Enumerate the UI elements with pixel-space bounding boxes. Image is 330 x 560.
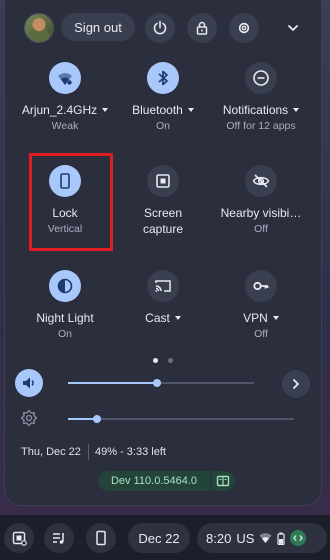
tile-wifi[interactable]: Arjun_2.4GHz Weak — [15, 62, 115, 132]
tile-night-light[interactable]: Night Light On — [15, 270, 115, 340]
tile-screen-capture-label-line2: capture — [142, 222, 184, 236]
user-avatar[interactable] — [24, 13, 54, 43]
tile-nearby-visibility-label: Nearby visibi… — [220, 206, 302, 220]
brightness-icon — [20, 409, 38, 427]
tile-wifi-label: Arjun_2.4GHz — [21, 103, 98, 117]
shelf-phone-hub-button[interactable] — [86, 523, 116, 553]
audio-settings-button[interactable] — [282, 370, 310, 398]
tile-bluetooth[interactable]: Bluetooth On — [113, 62, 213, 132]
lock-icon — [196, 21, 208, 35]
page-dot-1[interactable] — [153, 358, 158, 363]
battery-icon — [277, 532, 285, 545]
wifi-icon — [49, 62, 81, 94]
tile-notifications-status: Off for 12 apps — [226, 120, 296, 132]
media-queue-icon — [53, 533, 64, 544]
caret-down-icon — [272, 315, 279, 320]
caret-down-icon — [102, 107, 109, 112]
tile-night-light-status: On — [57, 328, 72, 340]
page-indicator — [5, 358, 321, 363]
tile-night-light-label: Night Light — [36, 311, 94, 325]
lock-screen-button[interactable] — [187, 13, 217, 43]
shelf-media-button[interactable] — [44, 523, 74, 553]
caret-down-icon — [293, 107, 300, 112]
volume-mute-button[interactable] — [15, 369, 43, 397]
wifi-icon — [259, 533, 272, 543]
brightness-button — [15, 404, 43, 432]
clipboard-history-icon — [12, 531, 27, 546]
battery-status[interactable]: 49% - 3:33 left — [95, 446, 166, 458]
power-icon — [153, 20, 167, 35]
collapse-button[interactable] — [278, 13, 308, 43]
feedback-icon — [216, 475, 230, 487]
cast-icon — [147, 270, 179, 302]
do-not-disturb-icon — [245, 62, 277, 94]
tile-vpn-status: Off — [254, 328, 268, 340]
tile-vpn-label: VPN — [243, 311, 268, 325]
bluetooth-icon — [147, 62, 179, 94]
tile-cast[interactable]: Cast — [113, 270, 213, 325]
shelf-status-area[interactable]: 8:20 US — [197, 523, 327, 553]
highlight-box — [29, 153, 113, 251]
version-badge[interactable]: Dev 110.0.5464.0 — [98, 471, 210, 491]
brightness-slider-knob[interactable] — [93, 415, 101, 423]
feedback-button[interactable] — [211, 471, 235, 491]
tile-notifications-label: Notifications — [222, 103, 289, 117]
tile-nearby-visibility-status: Off — [254, 223, 268, 235]
phone-icon — [96, 530, 106, 546]
nearby-share-off-icon — [245, 165, 277, 197]
sign-out-button[interactable]: Sign out — [61, 13, 135, 41]
volume-slider-fill — [68, 382, 157, 384]
page-dot-2[interactable] — [168, 358, 173, 363]
caret-down-icon — [187, 107, 194, 112]
date-label[interactable]: Thu, Dec 22 — [21, 446, 81, 458]
dev-channel-indicator — [290, 530, 307, 546]
tile-screen-capture[interactable]: Screen capture — [113, 165, 213, 236]
shelf-date-button[interactable]: Dec 22 — [128, 523, 190, 553]
screen-capture-icon — [147, 165, 179, 197]
quick-settings-panel: Sign out Arjun_2.4GHz Weak Bluetooth On … — [5, 0, 321, 505]
tile-bluetooth-status: On — [155, 120, 170, 132]
chevron-right-icon — [293, 379, 299, 389]
tile-bluetooth-label: Bluetooth — [132, 103, 183, 117]
tile-vpn[interactable]: VPN Off — [211, 270, 311, 340]
settings-button[interactable] — [229, 13, 259, 43]
tile-nearby-visibility[interactable]: Nearby visibi… Off — [211, 165, 311, 235]
shelf-ime-locale: US — [236, 530, 255, 546]
volume-icon — [23, 377, 34, 389]
tile-cast-label: Cast — [145, 311, 170, 325]
tile-notifications[interactable]: Notifications Off for 12 apps — [211, 62, 311, 132]
vpn-key-icon — [245, 270, 277, 302]
volume-slider-knob[interactable] — [153, 379, 161, 387]
gear-icon — [238, 22, 250, 34]
footer-divider — [88, 444, 89, 460]
tile-wifi-status: Weak — [51, 120, 79, 132]
tile-screen-capture-label: Screen — [143, 206, 183, 220]
night-light-icon — [49, 270, 81, 302]
shelf-time: 8:20 — [206, 530, 232, 546]
chevron-down-icon — [288, 25, 298, 31]
shelf-clipboard-button[interactable] — [4, 523, 34, 553]
power-button[interactable] — [145, 13, 175, 43]
code-icon — [293, 535, 304, 541]
caret-down-icon — [174, 315, 181, 320]
brightness-slider-track[interactable] — [68, 418, 294, 420]
